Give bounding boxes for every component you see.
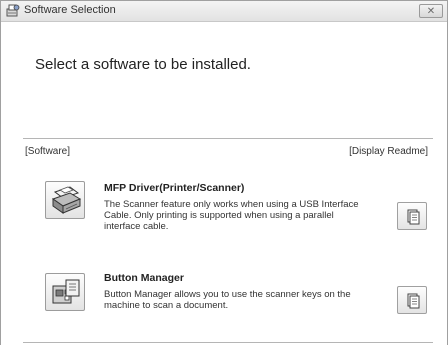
page-heading: Select a software to be installed. (35, 56, 251, 73)
description-line: Button Manager allows you to use the sca… (104, 289, 351, 300)
software-column-header: [Software] (25, 146, 71, 157)
software-install-icon (6, 4, 20, 17)
description-line: machine to scan a document. (104, 300, 229, 311)
install-mfp-driver-button[interactable] (45, 181, 85, 219)
mfp-driver-description: The Scanner feature only works when usin… (104, 199, 389, 232)
mfp-driver-title: MFP Driver(Printer/Scanner) (104, 182, 245, 194)
bottom-divider (23, 342, 433, 343)
description-line: Cable. Only printing is supported when u… (104, 210, 334, 221)
window-title: Software Selection (24, 4, 116, 16)
header-divider (23, 138, 433, 139)
readme-column-header: [Display Readme] (349, 146, 428, 157)
button-manager-description: Button Manager allows you to use the sca… (104, 289, 389, 311)
description-line: interface cable. (104, 221, 169, 232)
software-selection-window: Software Selection ✕ Select a software t… (0, 0, 448, 345)
title-bar: Software Selection ✕ (1, 1, 447, 22)
mfp-driver-readme-button[interactable] (397, 202, 427, 230)
close-button[interactable]: ✕ (419, 4, 443, 18)
button-manager-readme-button[interactable] (397, 286, 427, 314)
install-button-manager-button[interactable] (45, 273, 85, 311)
button-manager-title: Button Manager (104, 272, 184, 284)
description-line: The Scanner feature only works when usin… (104, 199, 359, 210)
